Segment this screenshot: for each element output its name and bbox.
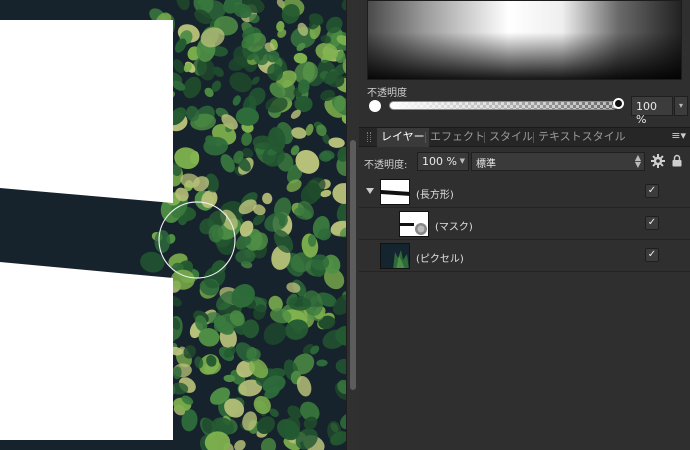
layer-opacity-field[interactable]: 100 % ▼ [417, 152, 469, 171]
blend-mode-select[interactable]: 標準 ▲ ▼ [471, 152, 645, 171]
visibility-checkbox[interactable]: ✓ [645, 216, 659, 230]
gear-icon[interactable] [651, 154, 665, 168]
menu-icon[interactable]: ≡▾ [671, 129, 686, 142]
opacity-slider[interactable] [389, 101, 617, 110]
tab-layers[interactable]: レイヤー [377, 128, 429, 147]
color-gradient-picker[interactable] [367, 0, 682, 80]
layer-name: (ピクセル) [416, 254, 464, 265]
layer-thumbnail [380, 179, 410, 205]
scrollbar-thumb[interactable] [350, 140, 356, 390]
layer-row-rectangle[interactable]: (長方形) ✓ [359, 176, 690, 208]
right-panel: 不透明度 100 % ▾ レイヤー エフェクト スタイル テキストスタイル ≡▾… [359, 0, 690, 450]
layer-options-bar: 不透明度: 100 % ▼ 標準 ▲ ▼ [359, 148, 690, 176]
layer-opacity-value: 100 % [422, 155, 457, 168]
layer-name: (長方形) [416, 190, 454, 201]
visibility-checkbox[interactable]: ✓ [645, 248, 659, 262]
layers-empty-area [359, 274, 690, 450]
panel-grip-icon[interactable] [367, 132, 371, 142]
panel-tab-bar: レイヤー エフェクト スタイル テキストスタイル ≡▾ [359, 127, 690, 147]
layer-opacity-label: 不透明度: [364, 160, 408, 171]
lock-icon[interactable] [672, 154, 682, 167]
disclosure-triangle-icon[interactable] [366, 188, 374, 194]
canvas-scrollbar[interactable] [346, 0, 359, 450]
color-swatch[interactable] [369, 100, 381, 112]
document-canvas[interactable] [0, 0, 346, 450]
visibility-checkbox[interactable]: ✓ [645, 184, 659, 198]
updown-arrows-icon: ▲ ▼ [634, 153, 641, 169]
blend-mode-value: 標準 [476, 159, 496, 170]
chevron-down-icon: ▼ [459, 157, 465, 165]
mask-thumbnail [399, 211, 429, 237]
opacity-slider-knob[interactable] [613, 98, 624, 109]
tab-text-styles[interactable]: テキストスタイル [534, 128, 630, 147]
color-opacity-field[interactable]: 100 % [631, 96, 673, 126]
layer-row-pixel[interactable]: (ピクセル) ✓ [359, 240, 690, 272]
ivy-photo [0, 0, 346, 450]
color-opacity-dropdown[interactable]: ▾ [674, 96, 688, 116]
color-opacity-row: 100 % ▾ [367, 96, 688, 126]
layer-row-mask[interactable]: (マスク) ✓ [359, 208, 690, 240]
rectangle-shape-top [0, 20, 173, 203]
tab-effects[interactable]: エフェクト [426, 128, 489, 147]
tab-styles[interactable]: スタイル [485, 128, 537, 147]
layer-thumbnail [380, 243, 410, 269]
rectangle-shape-bottom [0, 262, 173, 440]
layer-name: (マスク) [435, 222, 473, 233]
